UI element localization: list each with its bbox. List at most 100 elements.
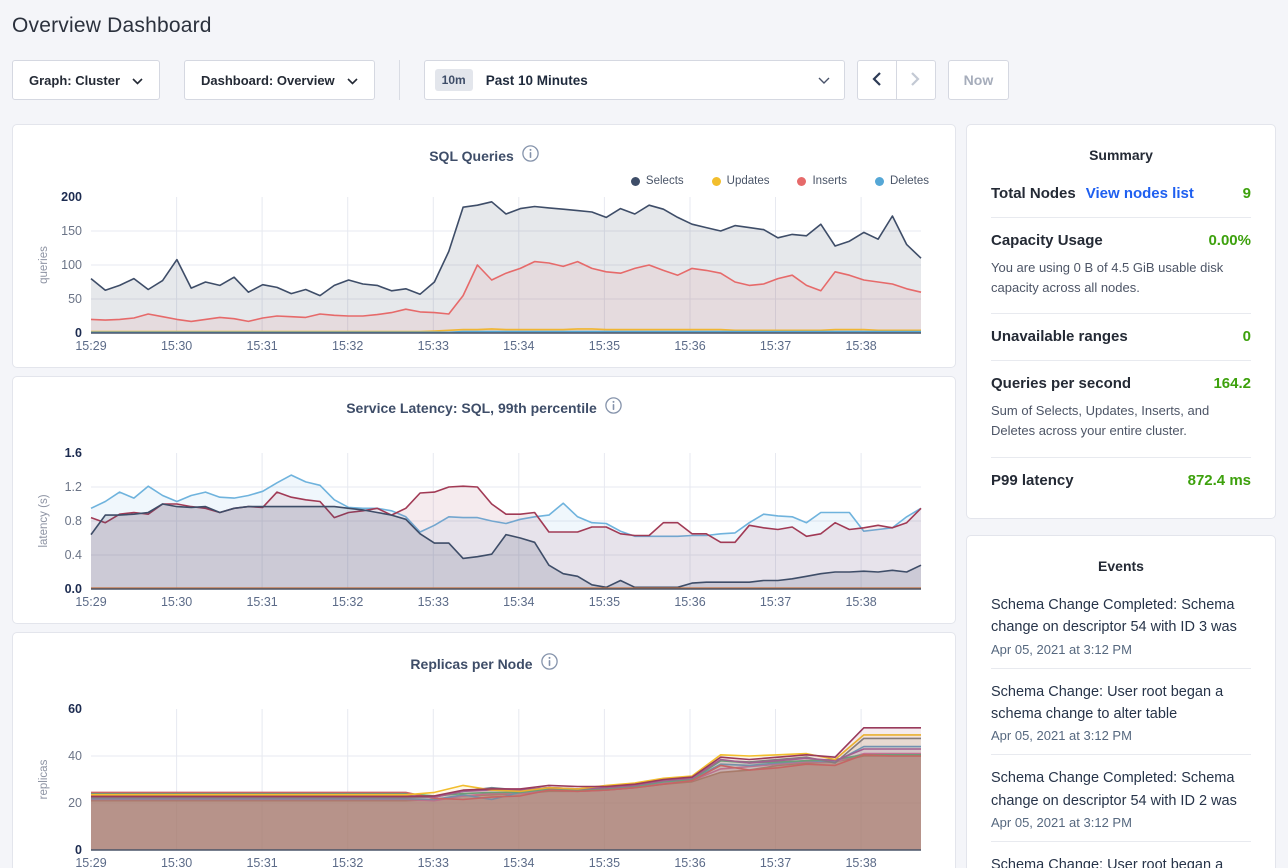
svg-text:100: 100: [61, 258, 82, 272]
time-range-label: Past 10 Minutes: [486, 73, 805, 88]
svg-text:15:33: 15:33: [418, 595, 449, 609]
chart-legend: Selects Updates Inserts Deletes: [33, 167, 935, 189]
svg-text:20: 20: [68, 796, 82, 810]
summary-row-total-nodes: Total Nodes View nodes list 9: [991, 171, 1251, 218]
time-nav-buttons: [857, 60, 936, 100]
event-item: Schema Change: User root began a schema …: [991, 842, 1251, 868]
info-icon[interactable]: [541, 653, 558, 675]
summary-row-unavailable-ranges: Unavailable ranges0: [991, 314, 1251, 361]
legend-item-selects[interactable]: Selects: [631, 175, 684, 187]
svg-text:1.2: 1.2: [65, 480, 82, 494]
svg-text:15:36: 15:36: [674, 595, 705, 609]
svg-text:15:38: 15:38: [845, 856, 876, 868]
charts-column: SQL Queries Selects Updates Inserts Deletes…: [12, 124, 956, 868]
summary-description: Sum of Selects, Updates, Inserts, and De…: [991, 401, 1251, 441]
event-message: Schema Change: User root began a schema …: [991, 854, 1251, 868]
svg-text:60: 60: [68, 702, 82, 716]
legend-label: Updates: [727, 175, 770, 187]
summary-label: Unavailable ranges: [991, 328, 1128, 345]
legend-item-deletes[interactable]: Deletes: [875, 175, 929, 187]
chart-header: SQL Queries: [33, 137, 935, 167]
legend-dot: [875, 177, 884, 186]
summary-row-capacity-usage: Capacity Usage0.00%You are using 0 B of …: [991, 218, 1251, 314]
chevron-down-icon: [818, 73, 830, 88]
svg-text:15:30: 15:30: [161, 339, 192, 353]
event-timestamp: Apr 05, 2021 at 3:12 PM: [991, 815, 1251, 830]
time-range-badge: 10m: [435, 69, 473, 91]
svg-text:15:32: 15:32: [332, 856, 363, 868]
replicas-per-node-chart[interactable]: 020406015:2915:3015:3115:3215:3315:3415:…: [33, 701, 935, 868]
summary-value: 9: [1243, 185, 1251, 202]
svg-text:15:31: 15:31: [246, 339, 277, 353]
svg-text:15:32: 15:32: [332, 595, 363, 609]
sql-queries-chart-card: SQL Queries Selects Updates Inserts Deletes…: [12, 124, 956, 368]
summary-label: Queries per second: [991, 375, 1131, 392]
svg-text:15:38: 15:38: [845, 339, 876, 353]
svg-text:15:29: 15:29: [75, 856, 106, 868]
page-title: Overview Dashboard: [12, 14, 1276, 38]
time-now-button[interactable]: Now: [948, 60, 1010, 100]
svg-text:15:35: 15:35: [589, 339, 620, 353]
svg-text:0: 0: [75, 843, 82, 857]
svg-text:40: 40: [68, 749, 82, 763]
svg-text:15:36: 15:36: [674, 856, 705, 868]
time-range-dropdown[interactable]: 10m Past 10 Minutes: [424, 60, 845, 100]
info-icon[interactable]: [522, 145, 539, 167]
time-prev-button[interactable]: [857, 60, 897, 100]
overview-dashboard-page: Overview Dashboard Graph: Cluster Dashbo…: [0, 0, 1288, 868]
event-message: Schema Change: User root began a schema …: [991, 681, 1251, 726]
legend-item-inserts[interactable]: Inserts: [797, 175, 847, 187]
event-timestamp: Apr 05, 2021 at 3:12 PM: [991, 728, 1251, 743]
svg-text:15:37: 15:37: [760, 595, 791, 609]
chart-header: Replicas per Node: [33, 645, 935, 675]
service-latency-chart[interactable]: 0.00.40.81.21.615:2915:3015:3115:3215:33…: [33, 445, 935, 615]
event-item: Schema Change Completed: Schema change o…: [991, 755, 1251, 842]
svg-text:15:31: 15:31: [246, 856, 277, 868]
svg-text:15:34: 15:34: [503, 856, 534, 868]
events-panel-title: Events: [991, 546, 1251, 582]
summary-panel: Summary Total Nodes View nodes list 9 Capac…: [966, 124, 1276, 519]
summary-label: Capacity Usage: [991, 232, 1103, 249]
dashboard-dropdown[interactable]: Dashboard: Overview: [184, 60, 375, 100]
svg-text:latency (s): latency (s): [38, 494, 50, 547]
summary-value: 164.2: [1213, 375, 1251, 392]
svg-text:0.0: 0.0: [65, 582, 82, 596]
svg-text:15:35: 15:35: [589, 595, 620, 609]
svg-text:1.6: 1.6: [65, 446, 82, 460]
svg-text:15:32: 15:32: [332, 339, 363, 353]
svg-text:replicas: replicas: [38, 759, 50, 799]
event-timestamp: Apr 05, 2021 at 3:12 PM: [991, 642, 1251, 657]
svg-text:200: 200: [61, 190, 82, 204]
svg-text:15:29: 15:29: [75, 339, 106, 353]
svg-text:15:30: 15:30: [161, 595, 192, 609]
event-message: Schema Change Completed: Schema change o…: [991, 767, 1251, 812]
chart-header: Service Latency: SQL, 99th percentile: [33, 389, 935, 419]
svg-text:15:31: 15:31: [246, 595, 277, 609]
legend-item-updates[interactable]: Updates: [712, 175, 770, 187]
svg-text:0.8: 0.8: [65, 514, 82, 528]
legend-label: Deletes: [890, 175, 929, 187]
summary-panel-title: Summary: [991, 135, 1251, 171]
legend-dot: [712, 177, 721, 186]
svg-text:15:35: 15:35: [589, 856, 620, 868]
sql-queries-chart[interactable]: 05010015020015:2915:3015:3115:3215:3315:…: [33, 189, 935, 359]
graph-dropdown[interactable]: Graph: Cluster: [12, 60, 160, 100]
svg-text:50: 50: [68, 292, 82, 306]
legend-label: Selects: [646, 175, 684, 187]
summary-label: Total Nodes: [991, 185, 1076, 202]
chart-title: Replicas per Node: [410, 656, 532, 672]
event-message: Schema Change Completed: Schema change o…: [991, 594, 1251, 639]
content-layout: SQL Queries Selects Updates Inserts Deletes…: [12, 124, 1276, 868]
svg-text:15:37: 15:37: [760, 856, 791, 868]
replicas-per-node-chart-card: Replicas per Node 0 20 40 60 15:29 15:30 15:31…: [12, 632, 956, 868]
svg-text:15:33: 15:33: [418, 339, 449, 353]
svg-text:150: 150: [61, 224, 82, 238]
svg-text:15:30: 15:30: [161, 856, 192, 868]
event-item: Schema Change: User root began a schema …: [991, 669, 1251, 756]
svg-text:queries: queries: [38, 246, 50, 284]
svg-text:0.4: 0.4: [65, 548, 82, 562]
time-next-button[interactable]: [896, 60, 936, 100]
info-icon[interactable]: [605, 397, 622, 419]
view-nodes-list-link[interactable]: View nodes list: [1086, 185, 1194, 202]
summary-description: You are using 0 B of 4.5 GiB usable disk…: [991, 258, 1251, 298]
